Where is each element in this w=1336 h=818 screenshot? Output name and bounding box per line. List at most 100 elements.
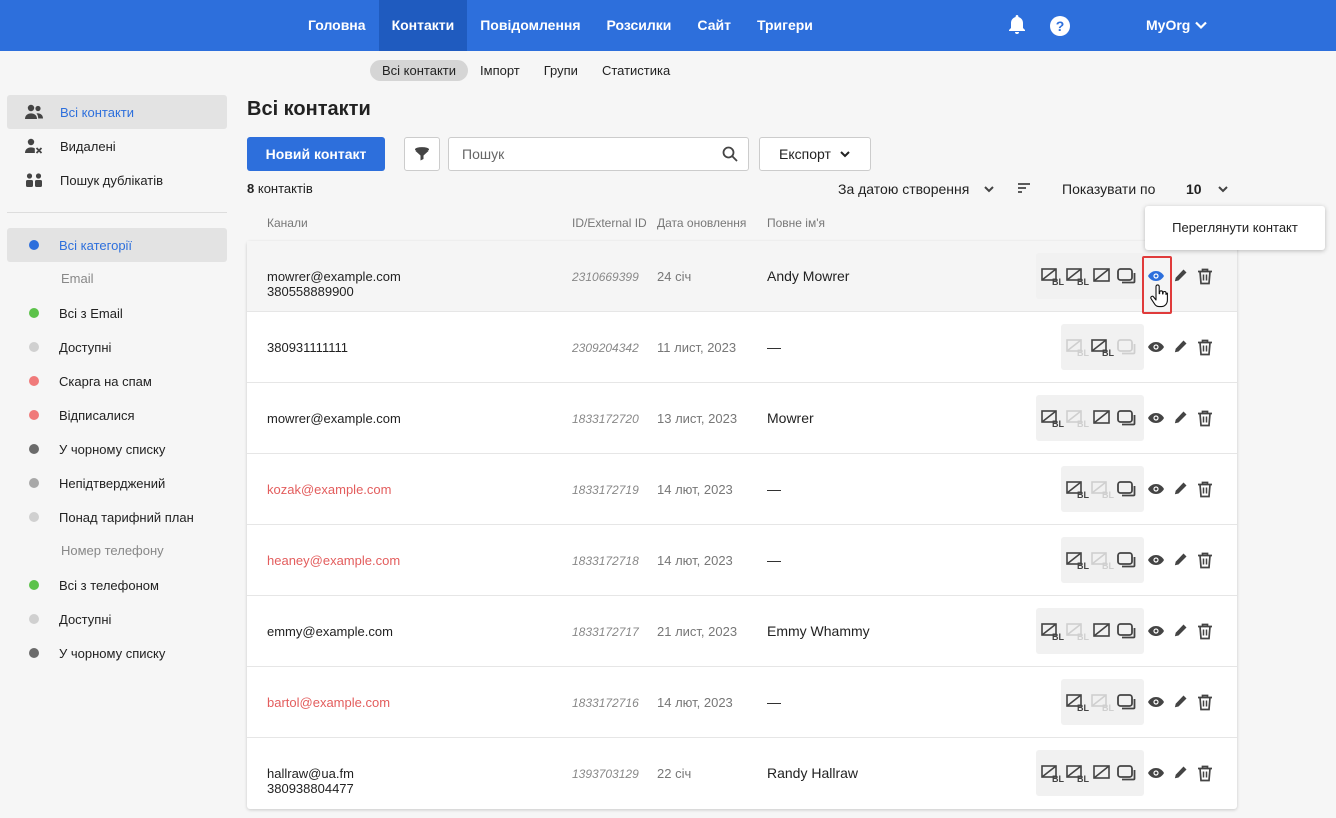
view-contact-eye-icon[interactable] <box>1146 763 1166 783</box>
sidebar-item-email-2[interactable]: Скарга на спам <box>7 364 227 398</box>
messenger-icon[interactable] <box>1116 266 1140 286</box>
phone-blacklist-icon[interactable]: BL <box>1065 763 1090 783</box>
table-row[interactable]: emmy@example.com 1833172717 21 лист, 2023 E… <box>247 596 1237 667</box>
sidebar-item-phone-1[interactable]: Доступні <box>7 602 227 636</box>
table-row[interactable]: mowrer@example.com 1833172720 13 лист, 202… <box>247 383 1237 454</box>
email-blacklist-icon[interactable]: BL <box>1065 479 1090 499</box>
chevron-down-icon[interactable] <box>1194 18 1208 32</box>
edit-pencil-icon[interactable] <box>1171 266 1191 286</box>
subnav-item-3[interactable]: Статистика <box>590 60 682 81</box>
sort-order-icon[interactable] <box>1017 181 1031 195</box>
edit-pencil-icon[interactable] <box>1171 692 1191 712</box>
nav-item-0[interactable]: Головна <box>295 0 379 51</box>
svg-text:BL: BL <box>1102 490 1114 499</box>
email-blacklist-icon[interactable]: BL <box>1065 692 1090 712</box>
sms-off-icon[interactable] <box>1091 763 1115 783</box>
table-row[interactable]: kozak@example.com 1833172719 14 лют, 2023 —… <box>247 454 1237 525</box>
delete-trash-icon[interactable] <box>1195 621 1215 641</box>
sms-off-icon[interactable] <box>1091 266 1115 286</box>
org-switcher[interactable]: MyOrg <box>1146 0 1190 51</box>
phone-blacklist-icon[interactable]: BL <box>1065 408 1090 428</box>
phone-blacklist-icon[interactable]: BL <box>1090 692 1115 712</box>
table-row[interactable]: hallraw@ua.fm 380938804477 1393703129 22 сі… <box>247 738 1237 809</box>
messenger-icon[interactable] <box>1116 621 1140 641</box>
phone-blacklist-icon[interactable]: BL <box>1065 621 1090 641</box>
nav-item-2[interactable]: Повідомлення <box>467 0 593 51</box>
delete-trash-icon[interactable] <box>1195 266 1215 286</box>
sidebar-item-email-3[interactable]: Відписалися <box>7 398 227 432</box>
edit-pencil-icon[interactable] <box>1171 337 1191 357</box>
edit-pencil-icon[interactable] <box>1171 479 1191 499</box>
table-row[interactable]: bartol@example.com 1833172716 14 лют, 2023… <box>247 667 1237 738</box>
table-row[interactable]: 380931111111 2309204342 11 лист, 2023 — BL BL <box>247 312 1237 383</box>
messenger-icon[interactable] <box>1116 763 1140 783</box>
sidebar-item-all-contacts[interactable]: Всі контакти <box>7 95 227 129</box>
email-blacklist-icon[interactable]: BL <box>1065 337 1090 357</box>
view-contact-eye-icon[interactable] <box>1146 408 1166 428</box>
delete-trash-icon[interactable] <box>1195 408 1215 428</box>
messenger-icon[interactable] <box>1116 408 1140 428</box>
sort-select[interactable]: За датою створення <box>838 181 995 197</box>
email-blacklist-icon[interactable]: BL <box>1040 266 1065 286</box>
sidebar-item-email-6[interactable]: Понад тарифний план <box>7 500 227 534</box>
view-contact-eye-icon[interactable] <box>1146 479 1166 499</box>
search-icon[interactable] <box>722 146 738 162</box>
view-contact-eye-icon[interactable] <box>1146 337 1166 357</box>
subnav-item-2[interactable]: Групи <box>532 60 590 81</box>
table-row[interactable]: mowrer@example.com 380558889900 2310669399… <box>247 241 1237 312</box>
delete-trash-icon[interactable] <box>1195 550 1215 570</box>
help-icon[interactable]: ? <box>1050 16 1070 36</box>
sms-off-icon[interactable] <box>1091 621 1115 641</box>
new-contact-button[interactable]: Новий контакт <box>247 137 385 171</box>
subnav-item-0[interactable]: Всі контакти <box>370 60 469 81</box>
chevron-down-icon[interactable] <box>1216 182 1230 196</box>
nav-item-5[interactable]: Тригери <box>744 0 826 51</box>
subnav-item-1[interactable]: Імпорт <box>468 60 532 81</box>
phone-blacklist-icon[interactable]: BL <box>1090 550 1115 570</box>
edit-pencil-icon[interactable] <box>1171 621 1191 641</box>
delete-trash-icon[interactable] <box>1195 692 1215 712</box>
edit-pencil-icon[interactable] <box>1171 763 1191 783</box>
phone-blacklist-icon[interactable]: BL <box>1090 337 1115 357</box>
delete-trash-icon[interactable] <box>1195 763 1215 783</box>
phone-blacklist-icon[interactable]: BL <box>1065 266 1090 286</box>
edit-pencil-icon[interactable] <box>1171 550 1191 570</box>
sidebar-item-email-5[interactable]: Непідтверджений <box>7 466 227 500</box>
export-button[interactable]: Експорт <box>759 137 871 171</box>
sidebar-item-deleted[interactable]: Видалені <box>7 129 227 163</box>
sidebar-item-email-1[interactable]: Доступні <box>7 330 227 364</box>
full-name[interactable]: Andy Mowrer <box>767 268 849 284</box>
email-blacklist-icon[interactable]: BL <box>1040 763 1065 783</box>
notifications-bell-icon[interactable] <box>1007 14 1027 36</box>
email-blacklist-icon[interactable]: BL <box>1065 550 1090 570</box>
table-row[interactable]: heaney@example.com 1833172718 14 лют, 2023… <box>247 525 1237 596</box>
delete-trash-icon[interactable] <box>1195 337 1215 357</box>
view-contact-eye-icon[interactable] <box>1146 621 1166 641</box>
nav-item-1[interactable]: Контакти <box>378 0 468 51</box>
nav-item-3[interactable]: Розсилки <box>594 0 685 51</box>
delete-trash-icon[interactable] <box>1195 479 1215 499</box>
sidebar-item-phone-2[interactable]: У чорному списку <box>7 636 227 670</box>
messenger-icon[interactable] <box>1116 550 1140 570</box>
view-contact-eye-icon[interactable] <box>1146 550 1166 570</box>
sidebar-item-all-categories[interactable]: Всі категорії <box>7 228 227 262</box>
sidebar-item-label: Понад тарифний план <box>59 509 194 525</box>
phone-blacklist-icon[interactable]: BL <box>1090 479 1115 499</box>
view-contact-eye-icon[interactable] <box>1146 692 1166 712</box>
messenger-icon[interactable] <box>1116 479 1140 499</box>
sidebar-item-duplicates[interactable]: Пошук дублікатів <box>7 163 227 197</box>
email-blacklist-icon[interactable]: BL <box>1040 621 1065 641</box>
nav-item-4[interactable]: Сайт <box>684 0 744 51</box>
messenger-icon[interactable] <box>1116 692 1140 712</box>
filter-button[interactable] <box>404 137 440 171</box>
edit-pencil-icon[interactable] <box>1171 408 1191 428</box>
email-blacklist-icon[interactable]: BL <box>1040 408 1065 428</box>
sidebar-item-phone-0[interactable]: Всі з телефоном <box>7 568 227 602</box>
sms-off-icon[interactable] <box>1091 408 1115 428</box>
messenger-icon[interactable] <box>1116 337 1140 357</box>
sidebar-item-email-0[interactable]: Всі з Email <box>7 296 227 330</box>
search-input[interactable] <box>462 146 712 162</box>
per-page-select[interactable]: 10 <box>1186 181 1202 197</box>
updated-date: 14 лют, 2023 <box>657 553 733 568</box>
sidebar-item-email-4[interactable]: У чорному списку <box>7 432 227 466</box>
